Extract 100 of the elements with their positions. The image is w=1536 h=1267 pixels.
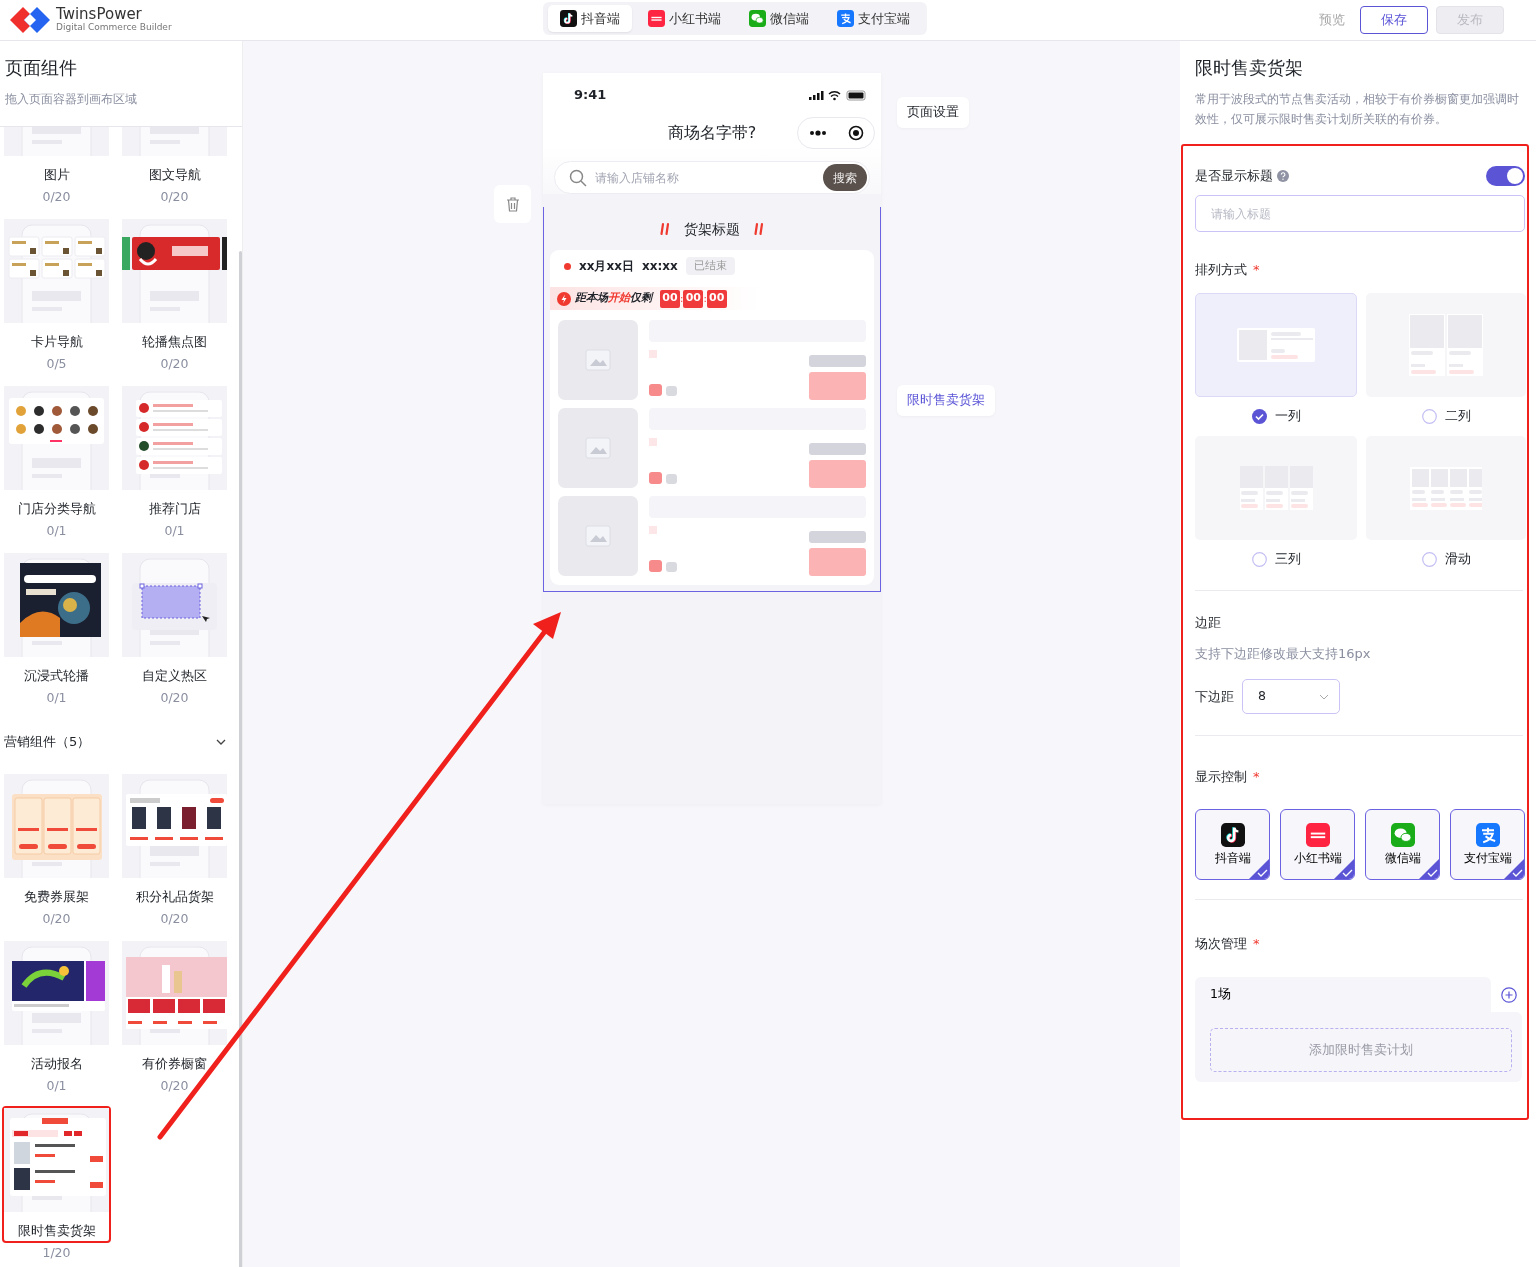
session-time: xx:xx <box>641 258 678 275</box>
slash-marks-icon <box>660 222 670 236</box>
check-corner-icon <box>1419 859 1439 879</box>
tile-count: 0/1 <box>45 1077 68 1095</box>
tile-label[interactable]: 活动报名 <box>4 1054 109 1074</box>
music-note-icon <box>560 10 577 27</box>
tile-label[interactable]: 图片 <box>4 165 109 185</box>
delete-button[interactable] <box>494 185 531 223</box>
countdown-label: 距本场开始仅剩 <box>575 290 652 307</box>
timer-colon: : <box>680 292 684 306</box>
tile-label[interactable]: 推荐门店 <box>122 499 227 519</box>
radio-label[interactable]: 一列 <box>1274 406 1301 426</box>
scrollbar[interactable] <box>239 251 242 1267</box>
add-icon[interactable] <box>1501 986 1517 1003</box>
tile-label[interactable]: 轮播焦点图 <box>122 332 227 352</box>
tile-count: 0/20 <box>41 910 72 928</box>
tile-count: 0/20 <box>159 689 190 707</box>
toggle-switch[interactable] <box>1486 166 1525 186</box>
tile-label[interactable]: 图文导航 <box>122 165 227 185</box>
component-tag[interactable]: 页面设置 <box>897 97 969 128</box>
tile-count: 0/20 <box>159 910 190 928</box>
panel-hint: 拖入页面容器到画布区域 <box>5 91 138 108</box>
tile-count: 0/5 <box>45 355 68 373</box>
settings-title: 限时售卖货架 <box>1194 56 1304 80</box>
tile-label[interactable]: 积分礼品货架 <box>122 887 227 907</box>
settings-description: 常用于波段式的节点售卖活动，相较于有价券橱窗更加强调时效性，仅可展示限时售卖计划所关联的有价券。 <box>1195 91 1520 128</box>
field-label: 边距 <box>1195 614 1221 632</box>
status-dot <box>564 262 571 270</box>
more-icon[interactable] <box>808 130 827 136</box>
platform-tab[interactable]: 支付宝端 <box>825 5 922 32</box>
component-tag[interactable]: 限时售卖货架 <box>897 385 995 416</box>
timer-digit: 00 <box>683 289 704 308</box>
radio-button[interactable] <box>1251 408 1267 424</box>
search-button[interactable]: 搜索 <box>823 164 867 191</box>
trash-icon <box>505 196 520 212</box>
platform-option[interactable]: 小红书端 <box>1280 809 1355 880</box>
radio-button[interactable] <box>1251 551 1267 567</box>
timer-digit: 00 <box>660 289 680 308</box>
group-title: 营销组件（5） <box>4 733 91 751</box>
search-icon <box>569 168 587 187</box>
chevron-down-icon[interactable] <box>216 739 226 745</box>
platform-tab[interactable]: 小红书端 <box>636 5 733 32</box>
music-note-icon <box>1220 822 1245 847</box>
lightning-icon <box>557 291 571 306</box>
radio-button[interactable] <box>1421 408 1437 424</box>
help-icon[interactable] <box>1277 170 1289 182</box>
shelf-title: 货架标题 <box>684 220 740 239</box>
radio-label[interactable]: 三列 <box>1274 549 1301 569</box>
tile-label[interactable]: 卡片导航 <box>4 332 109 352</box>
logo-icon <box>8 5 52 35</box>
brand-tagline: Digital Commerce Builder <box>56 22 172 33</box>
tile-count: 0/1 <box>45 689 68 707</box>
platform-tab[interactable]: 抖音端 <box>548 5 632 32</box>
timer-colon: : <box>703 292 707 306</box>
tile-count: 0/20 <box>159 188 190 206</box>
status-icons <box>809 89 867 101</box>
platform-option[interactable]: 微信端 <box>1365 809 1440 880</box>
tile-count: 1/20 <box>41 1244 72 1262</box>
status-tag: 已结束 <box>685 256 735 276</box>
tile-label[interactable]: 自定义热区 <box>122 666 227 686</box>
field-label: 是否显示标题 <box>1195 167 1273 185</box>
radio-label[interactable]: 滑动 <box>1444 549 1471 569</box>
platform-option[interactable]: 抖音端 <box>1195 809 1270 880</box>
slash-marks-icon <box>754 222 764 236</box>
layout-option[interactable] <box>1195 293 1357 397</box>
chat-bubbles-icon <box>749 10 766 27</box>
session-tab[interactable]: 1场 <box>1195 977 1491 1012</box>
check-corner-icon <box>1249 859 1269 879</box>
page-title: 商场名字带? <box>667 122 757 144</box>
panel-title: 页面组件 <box>5 56 78 80</box>
tile-label[interactable]: 沉浸式轮播 <box>4 666 109 686</box>
platform-option[interactable]: 支付宝端 <box>1450 809 1525 880</box>
required-mark: * <box>1253 935 1260 953</box>
field-label: 下边距 <box>1195 687 1234 706</box>
action-button[interactable]: 保存 <box>1360 6 1428 34</box>
tile-label[interactable]: 门店分类导航 <box>4 499 109 519</box>
app-icon <box>1305 822 1330 847</box>
tile-label[interactable]: 限时售卖货架 <box>4 1221 109 1241</box>
radio-button[interactable] <box>1421 551 1437 567</box>
margin-select[interactable]: 8 <box>1242 679 1340 714</box>
tile-label[interactable]: 有价券橱窗 <box>122 1054 227 1074</box>
field-hint: 支持下边距修改最大支持16px <box>1195 645 1372 663</box>
target-icon[interactable] <box>847 125 864 141</box>
tile-count: 0/1 <box>163 522 186 540</box>
title-input[interactable]: 请输入标题 <box>1195 195 1525 232</box>
platform-tab[interactable]: 微信端 <box>737 5 821 32</box>
app-icon <box>648 10 665 27</box>
field-label: 排列方式 <box>1195 261 1247 279</box>
chevron-down-icon <box>1319 693 1329 700</box>
layout-preview-drawing <box>1410 466 1482 510</box>
tile-label[interactable]: 免费券展架 <box>4 887 109 907</box>
radio-label[interactable]: 二列 <box>1444 406 1471 426</box>
field-label: 显示控制 <box>1195 768 1247 786</box>
timer-digit: 00 <box>706 289 727 308</box>
status-time: 9:41 <box>574 86 607 105</box>
tile-count: 0/1 <box>45 522 68 540</box>
search-field[interactable]: 请输入店铺名称 搜索 <box>554 161 870 194</box>
tile-count: 0/20 <box>41 188 72 206</box>
required-mark: * <box>1253 768 1260 786</box>
tile-count: 0/20 <box>159 1077 190 1095</box>
